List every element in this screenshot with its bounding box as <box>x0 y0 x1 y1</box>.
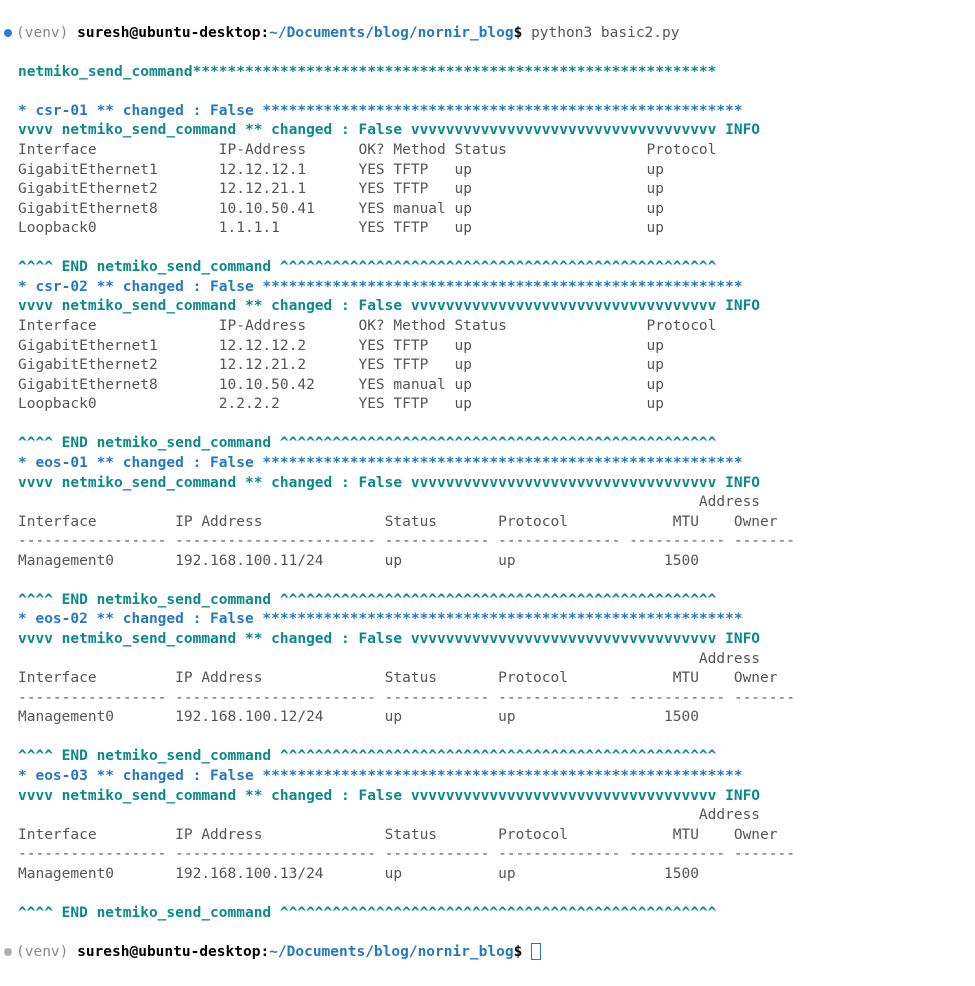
host-vvvv-text: vvvv netmiko_send_command ** changed : F… <box>18 788 760 804</box>
host-end-line: ^^^^ END netmiko_send_command ^^^^^^^^^^… <box>4 747 975 767</box>
host-header: * eos-01 ** changed : False ************… <box>4 454 975 474</box>
body-text: GigabitEthernet2 12.12.21.1 YES TFTP up … <box>18 181 664 197</box>
body-text: Interface IP Address Status Protocol MTU… <box>18 514 778 530</box>
body-line <box>4 415 975 435</box>
body-text: Interface IP-Address OK? Method Status P… <box>18 142 716 158</box>
host-end-line: ^^^^ END netmiko_send_command ^^^^^^^^^^… <box>4 591 975 611</box>
body-line: GigabitEthernet2 12.12.21.2 YES TFTP up … <box>4 356 975 376</box>
body-line: Address <box>4 650 975 670</box>
prompt-line-1: (venv) suresh@ubuntu-desktop:~/Documents… <box>4 24 975 44</box>
command-text: python3 basic2.py <box>522 25 679 41</box>
idle-bullet-icon <box>4 948 12 956</box>
colon-2: : <box>260 944 269 960</box>
cwd-path: ~/Documents/blog/nornir_blog <box>269 25 513 41</box>
body-line <box>4 728 975 748</box>
host-vvvv-line: vvvv netmiko_send_command ** changed : F… <box>4 630 975 650</box>
task-title: netmiko_send_command********************… <box>18 64 716 80</box>
task-title-line: netmiko_send_command********************… <box>4 63 975 83</box>
hosts-output: * csr-01 ** changed : False ************… <box>4 102 975 924</box>
body-line: Address <box>4 493 975 513</box>
active-bullet-icon <box>4 29 12 37</box>
host-end-text: ^^^^ END netmiko_send_command ^^^^^^^^^^… <box>18 748 716 764</box>
cursor-icon <box>531 943 541 960</box>
body-line: GigabitEthernet1 12.12.12.2 YES TFTP up … <box>4 337 975 357</box>
body-text: GigabitEthernet2 12.12.21.2 YES TFTP up … <box>18 357 664 373</box>
host-header-text: * csr-02 ** changed : False ************… <box>18 279 743 295</box>
venv-label: (venv) <box>16 25 77 41</box>
body-text: Interface IP Address Status Protocol MTU… <box>18 827 778 843</box>
host-header: * eos-03 ** changed : False ************… <box>4 767 975 787</box>
dollar-2: $ <box>514 944 523 960</box>
host-vvvv-text: vvvv netmiko_send_command ** changed : F… <box>18 298 760 314</box>
body-text: Address <box>18 494 760 510</box>
body-text: ----------------- ----------------------… <box>18 846 795 862</box>
host-end-text: ^^^^ END netmiko_send_command ^^^^^^^^^^… <box>18 259 716 275</box>
body-text: GigabitEthernet8 10.10.50.41 YES manual … <box>18 201 664 217</box>
body-line: Interface IP Address Status Protocol MTU… <box>4 826 975 846</box>
host-end-text: ^^^^ END netmiko_send_command ^^^^^^^^^^… <box>18 905 716 921</box>
body-text: Interface IP Address Status Protocol MTU… <box>18 670 778 686</box>
body-line: ----------------- ----------------------… <box>4 689 975 709</box>
host-header-text: * eos-02 ** changed : False ************… <box>18 611 743 627</box>
body-text: Interface IP-Address OK? Method Status P… <box>18 318 716 334</box>
body-line: GigabitEthernet8 10.10.50.42 YES manual … <box>4 376 975 396</box>
host-vvvv-text: vvvv netmiko_send_command ** changed : F… <box>18 122 760 138</box>
host-vvvv-text: vvvv netmiko_send_command ** changed : F… <box>18 631 760 647</box>
body-line: ----------------- ----------------------… <box>4 845 975 865</box>
body-line: Management0 192.168.100.13/24 up up 1500 <box>4 865 975 885</box>
body-text: Management0 192.168.100.13/24 up up 1500 <box>18 866 699 882</box>
body-text: GigabitEthernet1 12.12.12.2 YES TFTP up … <box>18 338 664 354</box>
host-end-line: ^^^^ END netmiko_send_command ^^^^^^^^^^… <box>4 434 975 454</box>
host-header: * csr-02 ** changed : False ************… <box>4 278 975 298</box>
body-text: Management0 192.168.100.12/24 up up 1500 <box>18 709 699 725</box>
host-end-text: ^^^^ END netmiko_send_command ^^^^^^^^^^… <box>18 592 716 608</box>
host-vvvv-text: vvvv netmiko_send_command ** changed : F… <box>18 475 760 491</box>
body-line: Loopback0 2.2.2.2 YES TFTP up up <box>4 395 975 415</box>
body-line: Address <box>4 806 975 826</box>
host-header: * eos-02 ** changed : False ************… <box>4 610 975 630</box>
host-header: * csr-01 ** changed : False ************… <box>4 102 975 122</box>
host-vvvv-line: vvvv netmiko_send_command ** changed : F… <box>4 121 975 141</box>
host-header-text: * eos-03 ** changed : False ************… <box>18 768 743 784</box>
host-end-line: ^^^^ END netmiko_send_command ^^^^^^^^^^… <box>4 904 975 924</box>
user-host-2: suresh@ubuntu-desktop <box>77 944 260 960</box>
host-end-line: ^^^^ END netmiko_send_command ^^^^^^^^^^… <box>4 258 975 278</box>
body-text: Address <box>18 651 760 667</box>
host-end-text: ^^^^ END netmiko_send_command ^^^^^^^^^^… <box>18 435 716 451</box>
body-line: GigabitEthernet1 12.12.12.1 YES TFTP up … <box>4 161 975 181</box>
body-text: ----------------- ----------------------… <box>18 690 795 706</box>
body-line: GigabitEthernet2 12.12.21.1 YES TFTP up … <box>4 180 975 200</box>
body-line: Management0 192.168.100.12/24 up up 1500 <box>4 708 975 728</box>
body-line: ----------------- ----------------------… <box>4 532 975 552</box>
host-header-text: * csr-01 ** changed : False ************… <box>18 103 743 119</box>
body-line <box>4 571 975 591</box>
body-line: Interface IP Address Status Protocol MTU… <box>4 669 975 689</box>
terminal-output[interactable]: (venv) suresh@ubuntu-desktop:~/Documents… <box>0 0 975 986</box>
cwd-path-2: ~/Documents/blog/nornir_blog <box>269 944 513 960</box>
body-line: Interface IP-Address OK? Method Status P… <box>4 317 975 337</box>
body-line: GigabitEthernet8 10.10.50.41 YES manual … <box>4 200 975 220</box>
venv-label-2: (venv) <box>16 944 77 960</box>
body-line <box>4 884 975 904</box>
host-vvvv-line: vvvv netmiko_send_command ** changed : F… <box>4 297 975 317</box>
body-line: Management0 192.168.100.11/24 up up 1500 <box>4 552 975 572</box>
body-text: ----------------- ----------------------… <box>18 533 795 549</box>
colon: : <box>260 25 269 41</box>
user-host: suresh@ubuntu-desktop <box>77 25 260 41</box>
body-line: Interface IP Address Status Protocol MTU… <box>4 513 975 533</box>
body-text: GigabitEthernet8 10.10.50.42 YES manual … <box>18 377 664 393</box>
body-text: Management0 192.168.100.11/24 up up 1500 <box>18 553 699 569</box>
body-text: GigabitEthernet1 12.12.12.1 YES TFTP up … <box>18 162 664 178</box>
host-header-text: * eos-01 ** changed : False ************… <box>18 455 743 471</box>
body-line: Interface IP-Address OK? Method Status P… <box>4 141 975 161</box>
body-line <box>4 239 975 259</box>
host-vvvv-line: vvvv netmiko_send_command ** changed : F… <box>4 787 975 807</box>
prompt-line-2: (venv) suresh@ubuntu-desktop:~/Documents… <box>4 943 975 963</box>
body-text: Loopback0 1.1.1.1 YES TFTP up up <box>18 220 664 236</box>
body-text: Address <box>18 807 760 823</box>
body-text: Loopback0 2.2.2.2 YES TFTP up up <box>18 396 664 412</box>
host-vvvv-line: vvvv netmiko_send_command ** changed : F… <box>4 474 975 494</box>
body-line: Loopback0 1.1.1.1 YES TFTP up up <box>4 219 975 239</box>
